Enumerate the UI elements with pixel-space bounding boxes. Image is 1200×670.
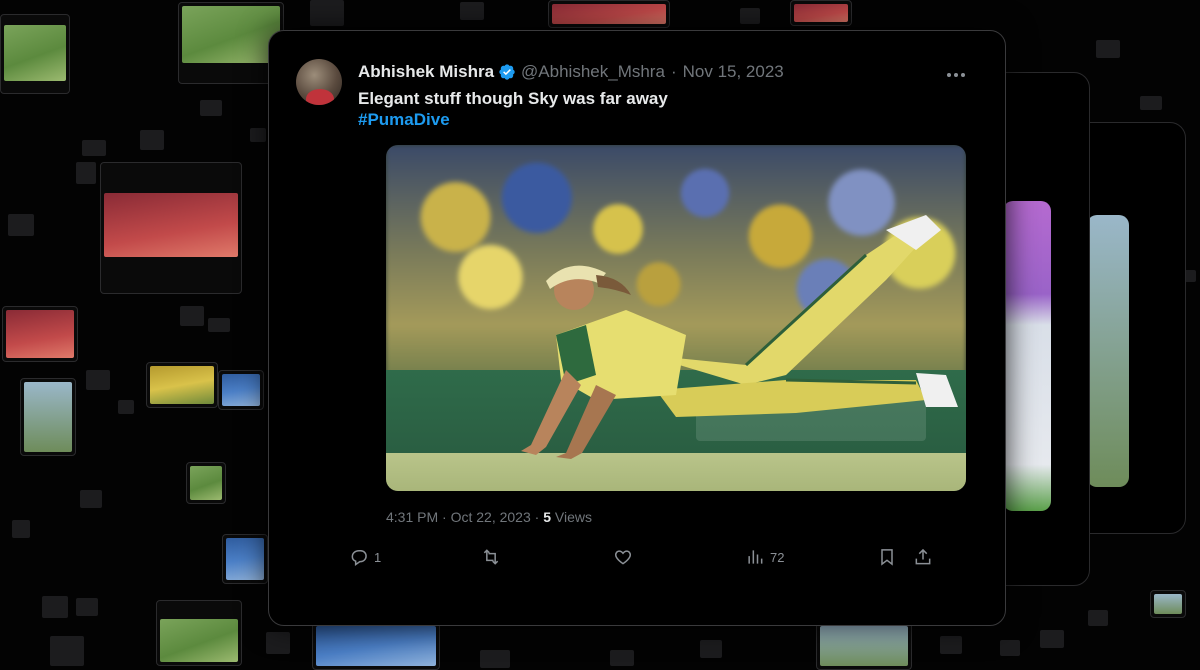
views-button[interactable]: 72 xyxy=(745,547,784,567)
thumbnail xyxy=(20,378,76,456)
views-icon xyxy=(748,550,763,564)
tweet-time[interactable]: 4:31 PM xyxy=(386,509,438,525)
repost-icon xyxy=(483,549,499,565)
thumbnail xyxy=(0,14,70,94)
reply-button[interactable]: 1 xyxy=(349,547,381,567)
separator: · xyxy=(670,62,677,81)
hashtag-link[interactable]: #PumaDive xyxy=(358,110,450,130)
thumbnail xyxy=(312,622,440,670)
share-icon xyxy=(915,548,931,565)
tweet-media-photo[interactable] xyxy=(386,145,966,491)
verified-badge-icon xyxy=(499,64,515,80)
tweet-text: Elegant stuff though Sky was far away xyxy=(358,89,668,108)
thumbnail xyxy=(186,462,226,504)
reply-icon xyxy=(351,550,367,566)
views-count: 5 xyxy=(543,509,552,525)
like-button[interactable] xyxy=(613,547,638,567)
views-label: Views xyxy=(554,509,592,525)
tweet-date[interactable]: Nov 15, 2023 xyxy=(683,62,784,82)
thumbnail xyxy=(100,162,242,294)
diving-fielder-figure xyxy=(521,215,958,459)
avatar[interactable] xyxy=(296,59,342,105)
bookmark-button[interactable] xyxy=(877,547,897,567)
tweet-meta: 4:31 PM · Oct 22, 2023 · 5 Views xyxy=(386,509,592,525)
thumbnail xyxy=(790,0,852,26)
author-name[interactable]: Abhishek Mishra xyxy=(358,62,494,82)
tweet-card[interactable]: Abhishek Mishra @Abhishek_Mshra · Nov 15… xyxy=(268,30,1006,626)
more-icon[interactable] xyxy=(947,73,965,77)
thumbnail xyxy=(156,600,242,666)
thumbnail xyxy=(2,306,78,362)
bookmark-icon xyxy=(881,549,893,566)
tweet-header: Abhishek Mishra @Abhishek_Mshra · Nov 15… xyxy=(358,61,784,83)
reply-count: 1 xyxy=(374,549,382,565)
share-button[interactable] xyxy=(913,547,933,567)
thumbnail xyxy=(548,0,670,28)
thumbnail xyxy=(1150,590,1186,618)
thumbnail xyxy=(146,362,218,408)
thumbnail xyxy=(222,534,268,584)
action-bar: 1 72 xyxy=(349,547,949,571)
thumbnail xyxy=(218,370,264,410)
repost-button[interactable] xyxy=(481,547,506,567)
author-handle[interactable]: @Abhishek_Mshra xyxy=(521,62,665,82)
like-icon xyxy=(614,550,632,565)
tweet-post-date[interactable]: Oct 22, 2023 xyxy=(451,509,531,525)
thumbnail xyxy=(816,622,912,670)
views-analytics-count: 72 xyxy=(770,549,785,565)
